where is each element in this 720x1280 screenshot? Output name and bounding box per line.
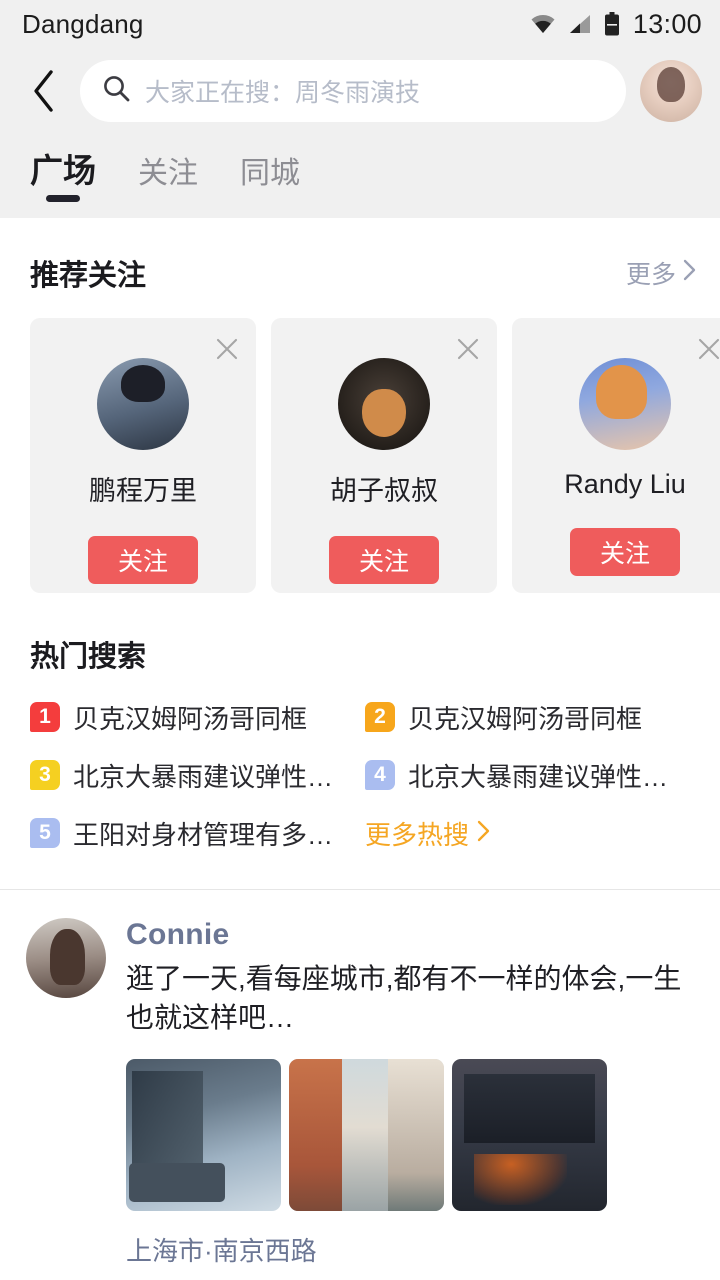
close-icon[interactable] — [696, 336, 720, 362]
recommend-card[interactable]: Randy Liu 关注 — [512, 318, 720, 593]
hot-search-item[interactable]: 1 贝克汉姆阿汤哥同框 — [30, 693, 365, 741]
rank-badge: 5 — [30, 818, 60, 848]
feed-post[interactable]: Connie 逛了一天,看每座城市,都有不一样的体会,一生也就这样吧… 上海市·… — [0, 890, 720, 1280]
card-avatar[interactable] — [579, 358, 671, 450]
clock-label: 13:00 — [632, 8, 702, 39]
search-row: 大家正在搜：周冬雨演技 — [0, 48, 720, 134]
post-username[interactable]: Connie — [126, 918, 696, 952]
recommend-more-label: 更多 — [625, 261, 676, 289]
main-content: 推荐关注 更多 鹏程万里 关注 胡子叔叔 关注 Randy Liu 关注 热门搜… — [0, 218, 720, 1280]
hot-search-list: 1 贝克汉姆阿汤哥同框 2 贝克汉姆阿汤哥同框 3 北京大暴雨建议弹性… 4 北… — [0, 675, 720, 857]
rank-badge: 1 — [30, 702, 60, 732]
tab-following[interactable]: 关注 — [138, 148, 198, 206]
card-avatar[interactable] — [97, 358, 189, 450]
more-hot-search-button[interactable]: 更多热搜 — [365, 809, 700, 857]
follow-button[interactable]: 关注 — [329, 536, 439, 584]
battery-icon — [604, 12, 620, 36]
chevron-right-icon — [683, 259, 696, 288]
hot-search-item[interactable]: 2 贝克汉姆阿汤哥同框 — [365, 693, 700, 741]
carrier-label: Dangdang — [22, 8, 144, 39]
post-photo-grid — [126, 1059, 696, 1212]
post-photo[interactable] — [452, 1059, 607, 1212]
tab-active-indicator — [46, 195, 80, 202]
close-icon[interactable] — [214, 336, 240, 362]
post-location[interactable]: 上海市·南京西路 — [126, 1231, 696, 1268]
follow-button[interactable]: 关注 — [570, 528, 680, 576]
hot-search-text: 贝克汉姆阿汤哥同框 — [408, 703, 643, 734]
status-bar: Dangdang 13:00 — [0, 0, 720, 48]
follow-button[interactable]: 关注 — [88, 536, 198, 584]
chevron-left-icon — [31, 69, 57, 113]
post-avatar[interactable] — [26, 918, 106, 998]
tab-plaza[interactable]: 广场 — [30, 144, 96, 206]
post-text: 逛了一天,看每座城市,都有不一样的体会,一生也就这样吧… — [126, 963, 682, 1033]
search-input[interactable]: 大家正在搜：周冬雨演技 — [80, 60, 626, 122]
hot-search-section: 热门搜索 1 贝克汉姆阿汤哥同框 2 贝克汉姆阿汤哥同框 3 北京大暴雨建议弹性… — [0, 593, 720, 857]
card-username: 胡子叔叔 — [330, 476, 438, 506]
hot-search-item[interactable]: 5 王阳对身材管理有多… — [30, 809, 365, 857]
app-header: Dangdang 13:00 大家正在搜：周冬雨演技 广场 关注 同城 — [0, 0, 720, 218]
post-body: Connie 逛了一天,看每座城市,都有不一样的体会,一生也就这样吧… 上海市·… — [126, 918, 696, 1280]
card-avatar[interactable] — [338, 358, 430, 450]
avatar[interactable] — [640, 60, 702, 122]
wifi-icon — [530, 14, 556, 34]
hot-search-text: 北京大暴雨建议弹性… — [73, 761, 334, 792]
card-username: 鹏程万里 — [89, 476, 197, 506]
tab-nearby[interactable]: 同城 — [240, 148, 300, 206]
card-username: Randy Liu — [564, 469, 686, 499]
signal-icon — [569, 14, 591, 34]
tab-nearby-label: 同城 — [240, 157, 300, 190]
recommend-more-button[interactable]: 更多 — [626, 255, 696, 291]
search-icon — [102, 74, 131, 108]
chevron-right-icon — [477, 818, 490, 849]
recommend-card-list[interactable]: 鹏程万里 关注 胡子叔叔 关注 Randy Liu 关注 — [0, 294, 720, 593]
recommend-card[interactable]: 鹏程万里 关注 — [30, 318, 256, 593]
tab-bar: 广场 关注 同城 — [0, 134, 720, 206]
hot-search-text: 王阳对身材管理有多… — [73, 819, 334, 850]
recommend-title: 推荐关注 — [30, 260, 147, 292]
rank-badge: 4 — [365, 760, 395, 790]
hot-search-text: 北京大暴雨建议弹性… — [408, 761, 669, 792]
tab-following-label: 关注 — [138, 157, 198, 190]
search-placeholder: 大家正在搜：周冬雨演技 — [145, 79, 421, 107]
recommend-header: 推荐关注 更多 — [0, 218, 720, 294]
rank-badge: 3 — [30, 760, 60, 790]
hot-search-item[interactable]: 3 北京大暴雨建议弹性… — [30, 751, 365, 799]
close-icon[interactable] — [455, 336, 481, 362]
post-photo[interactable] — [289, 1059, 444, 1212]
more-hot-search-label: 更多热搜 — [365, 819, 470, 850]
hot-search-header: 热门搜索 — [0, 633, 720, 675]
post-photo[interactable] — [126, 1059, 281, 1212]
hot-search-title: 热门搜索 — [30, 641, 147, 673]
status-icons: 13:00 — [530, 9, 702, 40]
back-button[interactable] — [22, 65, 66, 117]
rank-badge: 2 — [365, 702, 395, 732]
hot-search-item[interactable]: 4 北京大暴雨建议弹性… — [365, 751, 700, 799]
tab-plaza-label: 广场 — [30, 152, 96, 189]
hot-search-text: 贝克汉姆阿汤哥同框 — [73, 703, 308, 734]
recommend-card[interactable]: 胡子叔叔 关注 — [271, 318, 497, 593]
